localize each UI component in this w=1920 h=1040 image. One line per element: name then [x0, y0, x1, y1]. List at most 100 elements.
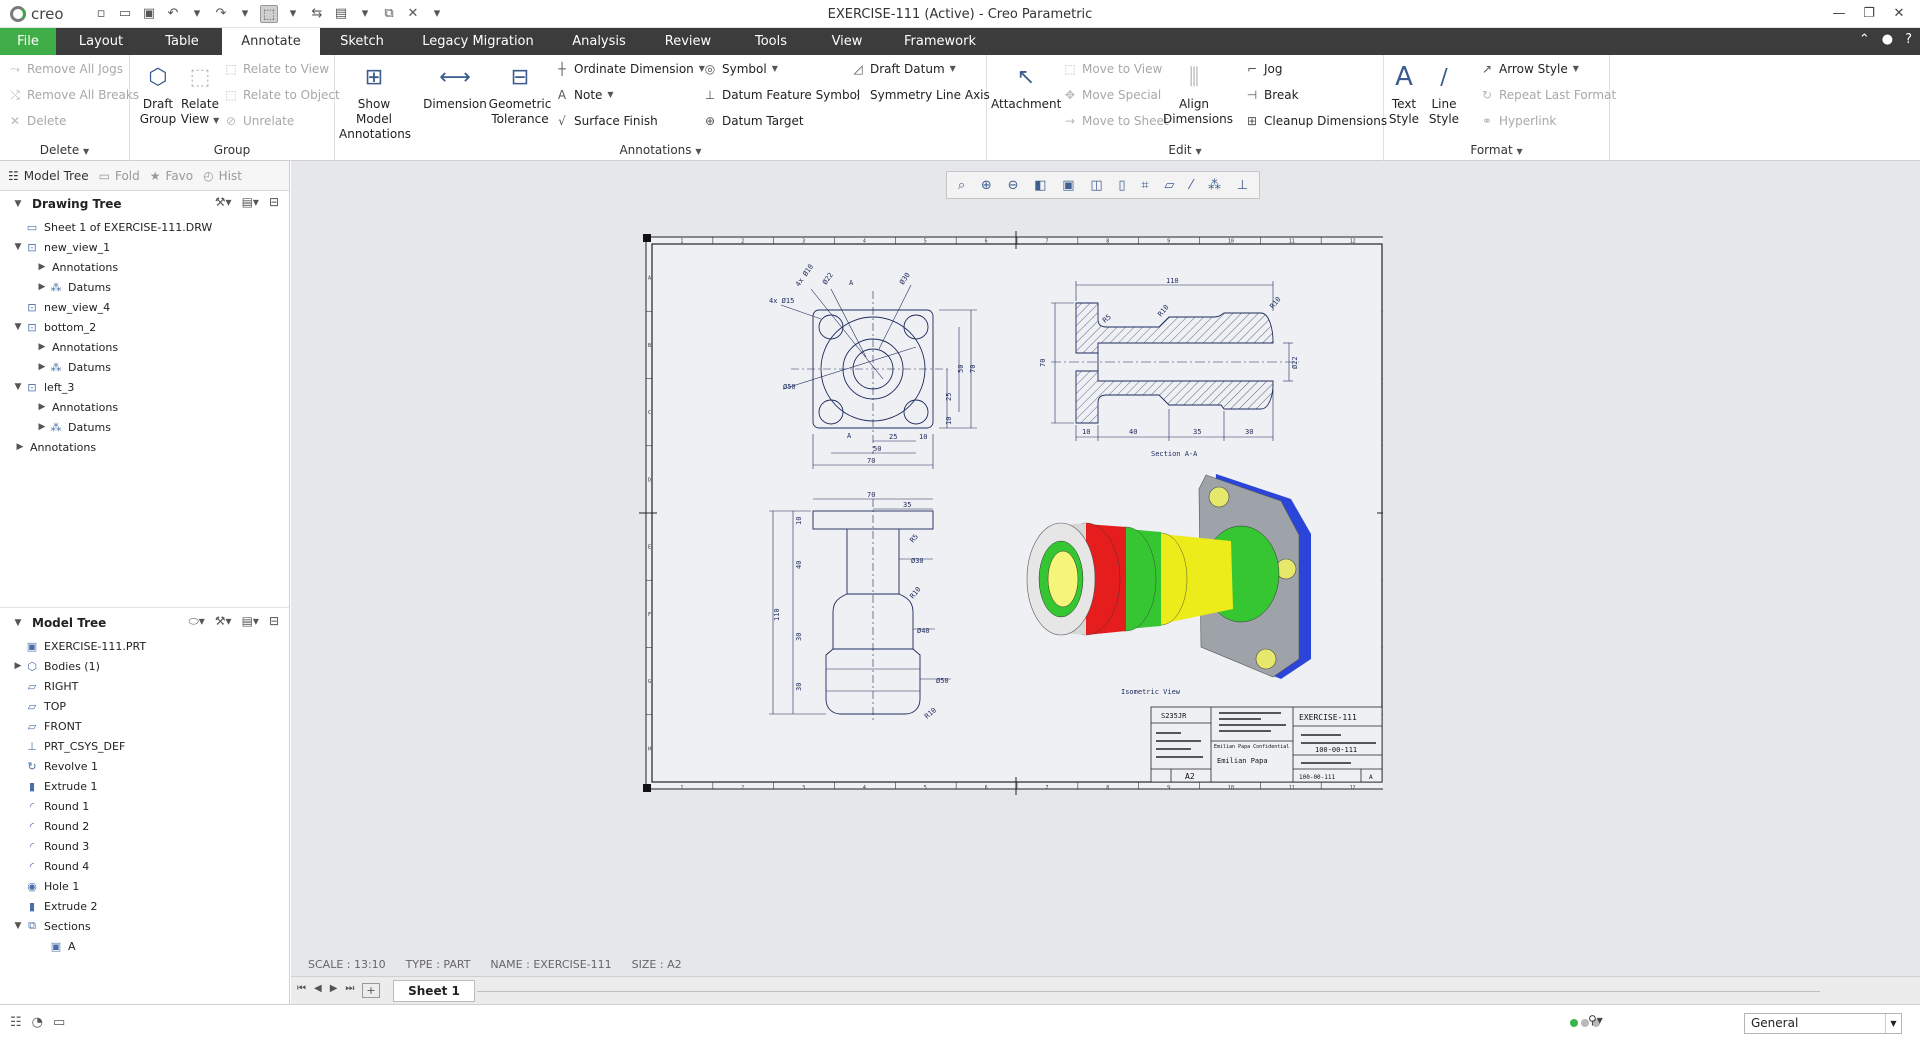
expand-icon[interactable]: ▶ — [14, 442, 26, 452]
box-select-icon[interactable]: ⬚ — [260, 5, 278, 23]
first-sheet-icon[interactable]: ⏮ — [297, 983, 306, 998]
delete-group-label[interactable]: Delete ▼ — [0, 143, 129, 157]
selection-filter[interactable]: General ▼ — [1744, 1013, 1902, 1034]
tab-view[interactable]: View — [816, 28, 878, 55]
tree-columns-icon[interactable]: ⊟ — [269, 614, 279, 629]
tab-review[interactable]: Review — [652, 28, 724, 55]
model-tree-item[interactable]: ▮ Extrude 1 — [0, 776, 289, 796]
model-tree-item[interactable]: ▣ A — [0, 936, 289, 956]
tab-analysis[interactable]: Analysis — [560, 28, 638, 55]
text-style-button[interactable]: A Text Style — [1384, 61, 1424, 127]
show-model-annotations-button[interactable]: ⊞ Show Model Annotations — [339, 61, 411, 142]
relate-to-object-button[interactable]: ⬚ Relate to Object — [224, 85, 339, 105]
regenerate-icon[interactable]: ⇆ — [308, 5, 326, 23]
align-dimensions-button[interactable]: ⫼ Align Dimensions — [1163, 61, 1233, 127]
edit-group-label[interactable]: Edit ▼ — [987, 143, 1383, 157]
symmetry-line-axis-button[interactable]: ⋮ Symmetry Line Axis — [851, 85, 990, 105]
remove-all-jogs-button[interactable]: ⤳ Remove All Jogs — [8, 59, 123, 79]
datum-target-button[interactable]: ⊕ Datum Target — [703, 111, 804, 131]
user-icon[interactable]: ● — [1882, 32, 1893, 47]
unrelate-button[interactable]: ⊘ Unrelate — [224, 111, 294, 131]
open-folder-icon[interactable]: ▭ — [116, 5, 134, 23]
expand-icon[interactable]: ▶ — [36, 282, 48, 292]
tab-history[interactable]: ◴ Hist — [203, 169, 242, 183]
plane-display-icon[interactable]: ▱ — [1164, 178, 1174, 193]
help-icon[interactable]: ? — [1905, 32, 1912, 47]
remove-all-breaks-button[interactable]: ⤭ Remove All Breaks — [8, 85, 139, 105]
saved-views-icon[interactable]: ▣ — [1062, 178, 1074, 193]
tab-table[interactable]: Table — [146, 28, 218, 55]
repeat-last-format-button[interactable]: ↻ Repeat Last Format — [1480, 85, 1616, 105]
collapse-icon[interactable]: ▼ — [12, 199, 24, 209]
break-button[interactable]: ⊣ Break — [1245, 85, 1299, 105]
drawing-tree-item[interactable]: ▭ Sheet 1 of EXERCISE-111.DRW — [0, 217, 289, 237]
tree-show-icon[interactable]: ⬭▾ — [189, 614, 205, 629]
model-tree-item[interactable]: ▮ Extrude 2 — [0, 896, 289, 916]
windows-icon[interactable]: ▤ — [332, 5, 350, 23]
tree-columns-icon[interactable]: ⊟ — [269, 195, 279, 209]
close-window-icon[interactable]: ✕ — [404, 5, 422, 23]
drawing-tree-item[interactable]: ▶ ⁂ Datums — [0, 417, 289, 437]
tab-legacy-migration[interactable]: Legacy Migration — [410, 28, 546, 55]
cleanup-dimensions-button[interactable]: ⊞ Cleanup Dimensions — [1245, 111, 1387, 131]
collapse-icon[interactable]: ▼ — [12, 618, 24, 628]
csys-display-icon[interactable]: ⊥ — [1237, 178, 1248, 193]
model-tree-item[interactable]: ▶ ⬡ Bodies (1) — [0, 656, 289, 676]
restore-icon[interactable]: ❐ — [1854, 3, 1884, 25]
zoom-in-icon[interactable]: ⊕ — [981, 178, 992, 193]
jog-button[interactable]: ⌐ Jog — [1245, 59, 1283, 79]
expand-icon[interactable]: ▶ — [36, 262, 48, 272]
note-button[interactable]: A Note ▼ — [555, 85, 614, 105]
customize-toolbar-icon[interactable]: ▾ — [428, 5, 446, 23]
move-to-view-button[interactable]: ⬚ Move to View — [1063, 59, 1162, 79]
tree-filter-icon[interactable]: ⚒▾ — [215, 195, 232, 209]
datum-feature-symbol-button[interactable]: ⊥ Datum Feature Symbol — [703, 85, 861, 105]
model-tree-item[interactable]: ↻ Revolve 1 — [0, 756, 289, 776]
expand-icon[interactable]: ▶ — [36, 342, 48, 352]
dimension-button[interactable]: ⟷ Dimension — [423, 61, 487, 112]
minimize-icon[interactable]: — — [1824, 3, 1854, 25]
find-icon[interactable]: ⚲▾ — [1588, 1013, 1610, 1033]
undo-icon[interactable]: ↶ — [164, 5, 182, 23]
next-sheet-icon[interactable]: ▶ — [330, 983, 338, 998]
drawing-tree-item[interactable]: ▶ Annotations — [0, 397, 289, 417]
format-group-label[interactable]: Format ▼ — [1384, 143, 1609, 157]
show-browser-icon[interactable]: ◔ — [32, 1015, 43, 1030]
annotations-group-label[interactable]: Annotations ▼ — [335, 143, 986, 157]
drawing-tree-item[interactable]: ▼ ⊡ new_view_1 — [0, 237, 289, 257]
display-style-icon[interactable]: ◫ — [1090, 178, 1102, 193]
collapse-icon[interactable]: ▼ — [12, 242, 24, 252]
hyperlink-button[interactable]: ⚭ Hyperlink — [1480, 111, 1556, 131]
axis-display-icon[interactable]: ⁄ — [1190, 178, 1192, 193]
model-tree-item[interactable]: ▼ ⧉ Sections — [0, 916, 289, 936]
datum-display-icon[interactable]: ⌗ — [1141, 178, 1148, 193]
repaint-icon[interactable]: ◧ — [1034, 178, 1046, 193]
model-tree-header[interactable]: ▼ Model Tree ⬭▾ ⚒▾ ▤▾ ⊟ — [0, 610, 289, 636]
drawing-tree-item[interactable]: ▶ Annotations — [0, 337, 289, 357]
refit-icon[interactable]: ⌕ — [958, 178, 965, 193]
tab-annotate[interactable]: Annotate — [222, 28, 320, 55]
collapse-icon[interactable]: ▼ — [12, 921, 24, 931]
symbol-button[interactable]: ◎ Symbol ▼ — [703, 59, 778, 79]
collapse-icon[interactable]: ▼ — [12, 322, 24, 332]
model-tree-item[interactable]: ⊥ PRT_CSYS_DEF — [0, 736, 289, 756]
spin-center-icon[interactable]: ▯ — [1118, 178, 1125, 193]
collapse-icon[interactable]: ▼ — [12, 382, 24, 392]
drawing-tree-item[interactable]: ⊡ new_view_4 — [0, 297, 289, 317]
tree-settings-icon[interactable]: ▤▾ — [242, 195, 259, 209]
undo-dropdown-icon[interactable]: ▾ — [188, 5, 206, 23]
drawing-tree-item[interactable]: ▶ Annotations — [0, 437, 289, 457]
redo-dropdown-icon[interactable]: ▾ — [236, 5, 254, 23]
full-screen-icon[interactable]: ▭ — [53, 1015, 65, 1030]
zoom-out-icon[interactable]: ⊖ — [1008, 178, 1019, 193]
drawing-tree-item[interactable]: ▼ ⊡ bottom_2 — [0, 317, 289, 337]
collapse-ribbon-icon[interactable]: ⌃ — [1859, 32, 1870, 47]
save-icon[interactable]: ▣ — [140, 5, 158, 23]
surface-finish-button[interactable]: √ Surface Finish — [555, 111, 658, 131]
relate-to-view-button[interactable]: ⬚ Relate to View — [224, 59, 329, 79]
tab-framework[interactable]: Framework — [890, 28, 990, 55]
close-icon[interactable]: ✕ — [1884, 3, 1914, 25]
prev-sheet-icon[interactable]: ◀ — [314, 983, 322, 998]
model-tree-item[interactable]: ▱ RIGHT — [0, 676, 289, 696]
graphics-area[interactable]: ⌕ ⊕ ⊖ ◧ ▣ ◫ ▯ ⌗ ▱ ⁄ ⁂ ⊥ 1122334455667788… — [291, 161, 1920, 976]
